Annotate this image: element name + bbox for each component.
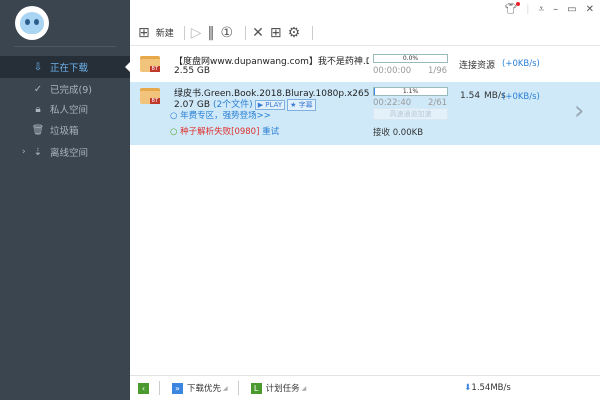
toolbar: ⊞ 新建 ▷ ‖ ① ✕ ⊞ ⚙ [130,20,600,46]
delete-icon[interactable]: ✕ [252,25,264,41]
accelerate-button[interactable]: 高速通道加速 [373,108,448,120]
label: 垃圾箱 [50,126,79,137]
window-controls: 👕︎ | ⩡ – ▭ ✕ [504,2,594,15]
sidebar-item-trash[interactable]: 🗑︎ 垃圾箱 [0,119,130,141]
grid-view-icon[interactable]: ⊞ [270,25,282,41]
maximize-icon[interactable]: ▭ [567,4,576,15]
task-size: 2.55 GB [174,66,211,76]
new-task-button[interactable]: 新建 [156,26,174,39]
status-bar: ‹ » 下载优先 ◢ L 计划任务 ◢ ⬇ 1.54MB/s [130,375,600,400]
bt-folder-icon: BT [140,88,160,104]
task-status: 连接资源 [459,61,496,71]
label: 私人空间 [50,105,89,116]
progress-bar: 1.1% [373,87,448,96]
sidebar-item-private[interactable]: 🔒︎ 私人空间 [0,98,130,120]
label: 已完成(9) [50,85,92,96]
pieces: 1/96 [428,66,448,76]
task-row-selected[interactable]: BT 绿皮书.Green.Book.2018.Bluray.1080p.x265… [130,82,600,145]
schedule-button[interactable]: 计划任务 [266,382,300,394]
retry-link[interactable]: 重试 [262,127,279,137]
promo-link[interactable]: ○ 年费专区，强势登场>> [170,109,271,121]
boost-speed: (+0KB/s) [502,92,540,102]
chevron-right-icon[interactable]: › [22,147,26,157]
start-icon[interactable]: ▷ [191,25,202,41]
error-line: ○ 种子解析失败[0980] 重试 [170,127,280,137]
task-row[interactable]: BT 【度盘网www.dupanwang.com】我不是药神.Drug.Deal… [130,48,600,82]
menu-icon[interactable]: ⩡ [539,4,545,15]
progress-bar: 0.0% [373,54,448,63]
sidebar: ⇩ 正在下载 ✓ 已完成(9) 🔒︎ 私人空间 🗑︎ 垃圾箱 › ⇣ 离线空间 [0,0,130,400]
download-icon: ⇩ [33,61,43,73]
download-speed: 1.54 [460,91,481,101]
trash-icon: 🗑︎ [31,124,45,136]
error-text: 种子解析失败[0980] [180,127,260,137]
total-speed: 1.54MB/s [471,383,511,393]
download-priority-icon: » [172,382,183,394]
new-task-icon[interactable]: ⊞ [138,25,150,41]
sidebar-item-offline[interactable]: › ⇣ 离线空间 [0,141,130,163]
time-remaining: 00:22:40 [373,98,412,108]
minimize-icon[interactable]: – [553,4,558,15]
settings-icon[interactable]: ⚙ [288,25,301,41]
subtitle-button[interactable]: ★ 字幕 [287,99,316,111]
pieces: 2/61 [428,98,448,108]
received: 接收 0.00KB [373,128,424,138]
bt-folder-icon: BT [140,56,160,72]
skin-icon[interactable]: 👕︎ [504,2,521,15]
avatar[interactable] [15,6,49,40]
divider [14,46,116,47]
boost-speed: (+0KB/s) [502,59,540,69]
pause-icon[interactable]: ‖ [208,25,215,41]
time-remaining: 00:00:00 [373,66,412,76]
download-priority-button[interactable]: 下载优先 [187,382,221,394]
collapse-sidebar-icon[interactable]: ‹ [138,382,149,394]
chevron-right-icon[interactable]: › [574,96,584,126]
label: 离线空间 [50,148,89,159]
sidebar-item-downloading[interactable]: ⇩ 正在下载 [0,56,130,78]
schedule-icon: L [250,382,262,394]
cloud-download-icon: ⇣ [33,146,43,158]
close-icon[interactable]: ✕ [586,4,594,15]
lock-icon: 🔒︎ [35,103,41,115]
sidebar-item-completed[interactable]: ✓ 已完成(9) [0,78,130,100]
check-circle-icon: ✓ [33,83,43,95]
download-arrow-icon: ⬇ [464,383,472,393]
label: 正在下载 [50,63,89,74]
priority-one-icon[interactable]: ① [221,25,234,41]
